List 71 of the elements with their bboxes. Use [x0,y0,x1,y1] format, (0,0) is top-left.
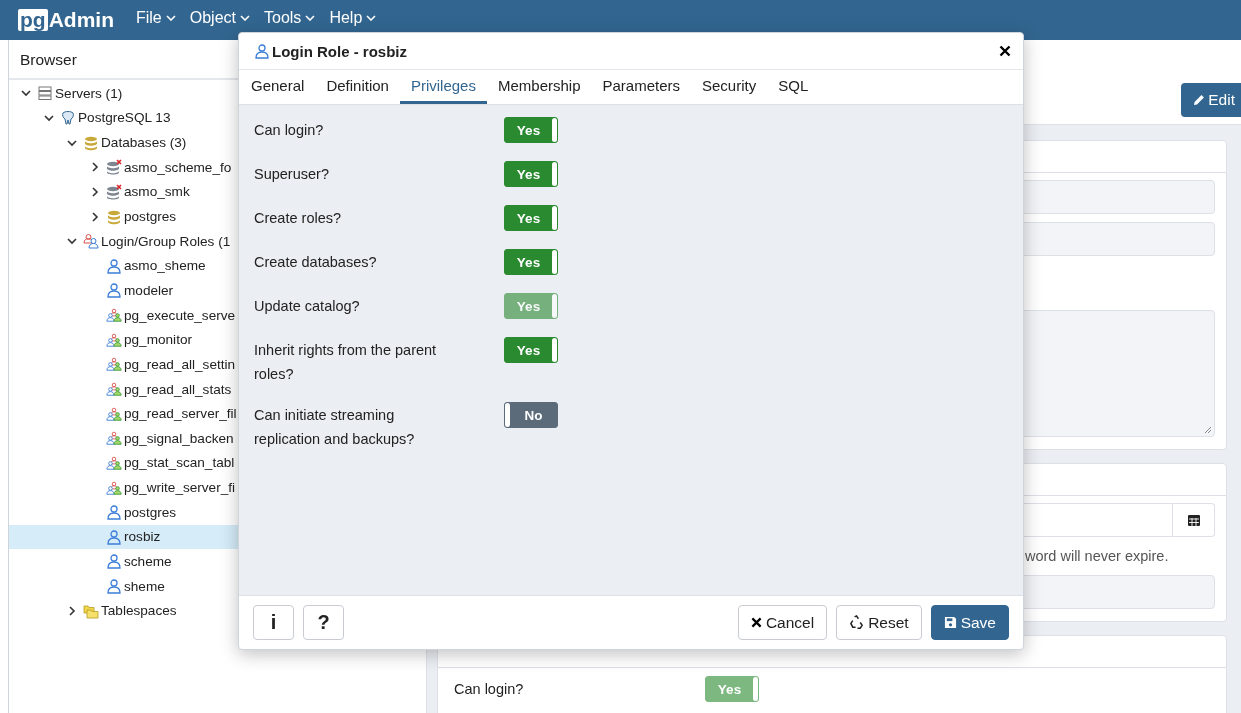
group-icon [106,381,122,397]
tree-item[interactable]: postgres [9,499,426,525]
group-icon [106,307,122,324]
database-icon [106,159,122,176]
help-text: word will never expire. [1024,547,1170,566]
field-label: Create databases? [254,253,378,272]
user-icon [106,578,122,595]
user-icon [106,282,122,299]
menu-item[interactable]: Object [189,9,250,27]
calendar-icon [1186,513,1201,527]
logo-mark: pg [18,9,48,31]
server-icon [37,85,53,102]
database-icon [106,208,122,225]
tab[interactable]: Membership [486,70,592,104]
tab[interactable]: Parameters [591,70,691,104]
toggle-switch[interactable]: Yes [504,337,558,363]
help-button[interactable]: ? [303,605,344,640]
database-icon [106,183,122,200]
field-label: Inherit rights from the parent roles? [254,341,438,384]
toggle-switch[interactable]: Yes [504,249,558,275]
menu-item[interactable]: Tools [264,9,316,27]
database-icon [83,134,99,151]
reset-button[interactable]: Reset [836,605,922,640]
user-icon [106,528,122,545]
tree-item[interactable]: pg_write_server_fi [9,475,426,500]
field-label: Can initiate streaming replication and backups? [254,406,416,449]
field-label: Update catalog? [254,297,361,316]
toggle-switch[interactable]: Yes [504,205,558,231]
caret-icon [240,15,250,21]
close-icon [750,617,762,628]
caret-icon [366,15,377,21]
tab[interactable]: Security [691,70,768,104]
recycle-icon [849,615,865,630]
folder-icon [83,602,99,619]
user-icon [106,257,122,274]
resize-grip-icon [1204,426,1212,434]
tree-item[interactable]: Login/Group Roles (1 [9,228,426,254]
tree-item[interactable]: sheme [9,573,426,599]
menu-item[interactable]: Help [329,9,377,27]
field-label: Can login? [454,681,525,697]
tab[interactable]: SQL [767,70,820,104]
tree-item[interactable]: scheme [9,549,426,574]
field-label: Can login? [254,121,325,140]
users-icon [83,233,99,250]
dialog-title: Login Role - rosbiz [272,42,408,60]
info-button[interactable]: i [253,605,294,640]
group-icon [106,405,122,422]
logo-text: Admin [48,8,114,32]
save-button[interactable]: Save [930,605,1009,640]
user-icon [106,504,122,521]
user-icon [254,43,270,59]
toggle-switch[interactable]: Yes [504,161,558,187]
tree-item[interactable]: pg_stat_scan_tabl [9,450,426,476]
field-label: Create roles? [254,209,343,228]
field-label: Superuser? [254,165,330,184]
toggle-switch[interactable]: No [504,402,558,428]
group-icon [106,479,122,496]
group-icon [106,331,122,348]
toggle-switch[interactable]: Yes [504,117,558,143]
group-icon [106,454,122,471]
cancel-button[interactable]: Cancel [737,605,828,640]
menu-item[interactable]: File [136,9,176,27]
close-icon[interactable] [999,45,1011,57]
caret-icon [305,15,316,21]
pencil-icon [1193,94,1206,106]
group-icon [106,356,122,373]
calendar-button[interactable] [1173,503,1215,537]
group-icon [106,430,122,447]
edit-button[interactable]: Edit [1181,83,1241,117]
caret-icon [165,15,176,21]
user-icon [106,553,122,570]
